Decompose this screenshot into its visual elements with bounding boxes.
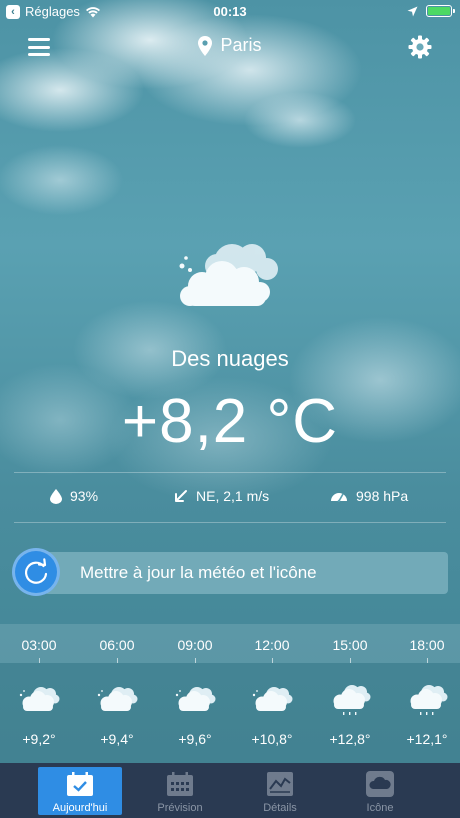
current-temperature: +8,2 °C [121,387,339,456]
weather-stats: 93% NE, 2,1 m/s 998 hPa [0,486,460,510]
update-label: Mettre à jour la météo et l'icône [80,563,317,582]
location-arrow-icon [407,6,418,16]
hourly-tick [195,658,196,663]
tab-details-label: Détails [263,802,297,814]
wind-value: NE, 2,1 m/s [196,488,270,504]
hourly-time-strip [0,624,460,663]
hourly-forecast-strip [0,663,460,763]
status-time: 00:13 [213,4,247,19]
pressure-stat: 998 hPa [330,488,408,504]
chart-icon [267,772,293,796]
light-rain-icon [328,683,372,717]
hourly-time: 06:00 [99,637,135,653]
hourly-tick [117,658,118,663]
hourly-tick [272,658,273,663]
tab-today[interactable]: Aujourd'hui [38,767,122,815]
droplet-icon [50,488,62,504]
update-weather-button[interactable]: Mettre à jour la météo et l'icône [44,552,448,594]
hourly-time: 18:00 [409,637,445,653]
gauge-icon [331,493,347,502]
hourly-tick [427,658,428,663]
cloudy-icon [179,244,278,306]
hourly-time: 03:00 [21,637,57,653]
cloudy-icon [250,683,294,717]
calendar-grid-icon [167,772,193,796]
status-bar: ‹ Réglages 00:13 [0,0,460,24]
hourly-temperature: +9,2° [22,731,56,747]
light-rain-icon [405,683,449,717]
wind-stat: NE, 2,1 m/s [174,488,269,504]
cloudy-icon [95,683,139,717]
humidity-value: 93% [70,488,99,504]
tab-forecast-label: Prévision [157,802,203,814]
weather-condition: Des nuages [171,346,289,371]
tab-today-label: Aujourd'hui [52,802,108,814]
refresh-icon[interactable] [12,548,60,596]
divider [14,472,446,473]
hourly-tick [39,658,40,663]
cloud-app-icon [366,771,394,797]
hourly-temperature: +10,8° [251,731,293,747]
city-selector[interactable]: Paris [0,35,460,56]
map-pin-icon [198,35,213,56]
wind-arrow-icon [175,490,187,502]
hourly-time: 09:00 [177,637,213,653]
tab-details[interactable]: Détails [238,767,322,815]
hourly-temperature: +12,8° [329,731,371,747]
header: Paris [0,30,460,66]
tab-icon[interactable]: Icône [338,767,422,815]
tab-forecast[interactable]: Prévision [138,767,222,815]
pressure-value: 998 hPa [356,488,409,504]
tab-icon-label: Icône [366,802,394,814]
city-name: Paris [220,35,262,55]
humidity-stat: 93% [50,488,98,504]
tab-bar: Aujourd'hui Prévision Détails Icône [0,763,460,818]
hourly-temperature: +9,4° [100,731,134,747]
hourly-time: 12:00 [254,637,290,653]
calendar-check-icon [67,772,93,796]
battery-icon [426,5,455,17]
cloudy-icon [17,683,61,717]
hourly-temperature: +9,6° [178,731,212,747]
hourly-tick [350,658,351,663]
hourly-temperature: +12,1° [406,731,448,747]
status-right [407,5,455,17]
gear-icon[interactable] [408,35,432,59]
hourly-time: 15:00 [332,637,368,653]
cloudy-icon [173,683,217,717]
divider [14,522,446,523]
